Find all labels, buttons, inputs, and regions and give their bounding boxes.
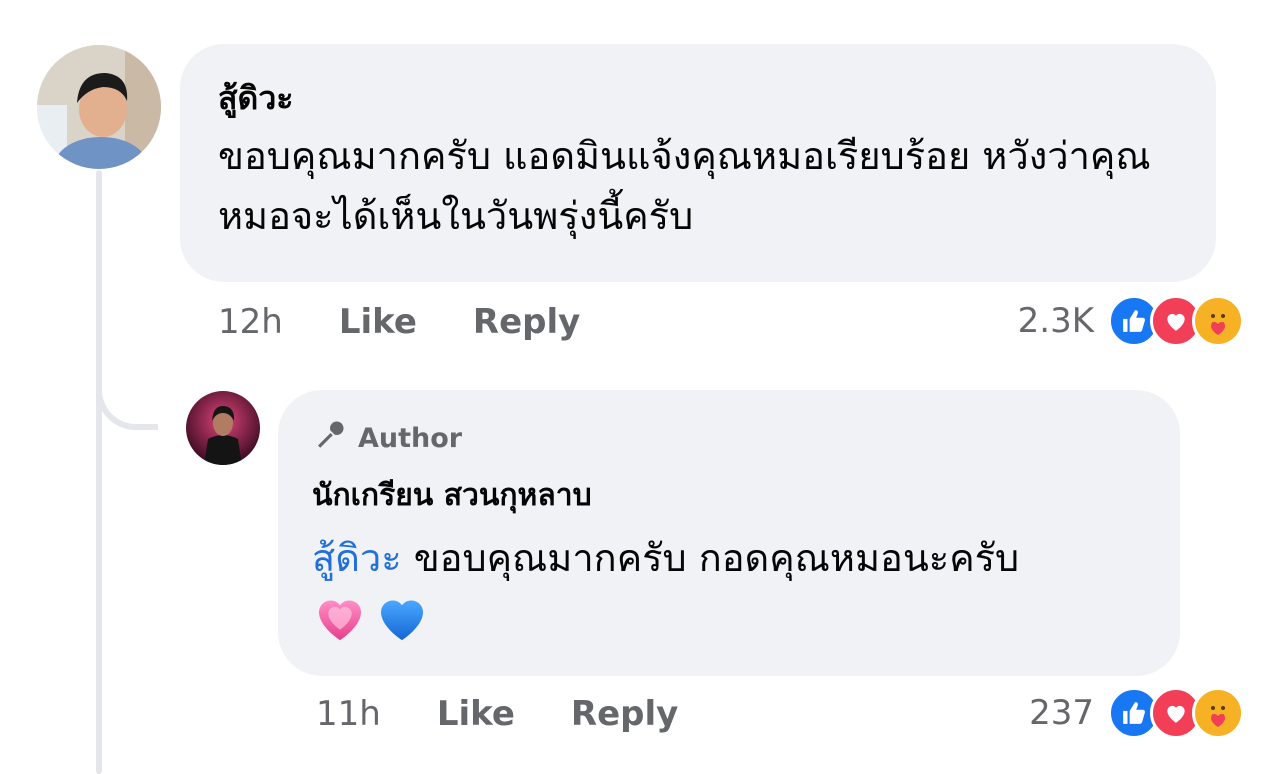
care-icon [1192, 687, 1244, 739]
reply-button[interactable]: Reply [473, 302, 580, 342]
reply-avatar[interactable] [186, 391, 260, 465]
reply-reaction-count: 237 [1029, 693, 1094, 733]
reaction-summary[interactable]: 2.3K [1017, 295, 1244, 347]
blue-heart-emoji [374, 590, 430, 650]
author-badge-label: Author [358, 422, 463, 454]
thread-line [96, 170, 102, 774]
comment-author-name[interactable]: สู้ดิวะ [218, 76, 1178, 120]
reply-bubble: Author นักเกรียน สวนกุหลาบ สู้ดิวะ ขอบคุ… [278, 390, 1180, 676]
reaction-count: 2.3K [1017, 301, 1094, 341]
pink-heart-emoji [312, 590, 368, 650]
comment-bubble: สู้ดิวะ ขอบคุณมากครับ แอดมินแจ้งคุณหมอเร… [180, 44, 1216, 282]
like-button[interactable]: Like [339, 302, 417, 342]
reply-author-name[interactable]: นักเกรียน สวนกุหลาบ [312, 474, 1146, 518]
reply-actions: 11h Like Reply [316, 692, 734, 736]
comment-text: ขอบคุณมากครับ แอดมินแจ้งคุณหมอเรียบร้อย … [218, 134, 1151, 238]
author-badge: Author [312, 416, 1146, 460]
mention-link[interactable]: สู้ดิวะ [312, 536, 402, 580]
comment-actions: 12h Like Reply [218, 300, 636, 344]
reply-like-button[interactable]: Like [437, 694, 515, 734]
microphone-icon [312, 417, 348, 460]
reply-reply-button[interactable]: Reply [571, 694, 678, 734]
care-icon [1192, 295, 1244, 347]
comment-timestamp[interactable]: 12h [218, 302, 283, 342]
reply-message: ขอบคุณมากครับ กอดคุณหมอนะครับ [401, 536, 1020, 580]
emoji-row [312, 590, 1146, 650]
reply-connector [96, 360, 158, 430]
avatar[interactable] [37, 45, 161, 169]
reply-timestamp[interactable]: 11h [316, 694, 381, 734]
reply-text: สู้ดิวะ ขอบคุณมากครับ กอดคุณหมอนะครับ [312, 528, 1162, 588]
reply-reaction-summary[interactable]: 237 [1029, 687, 1244, 739]
